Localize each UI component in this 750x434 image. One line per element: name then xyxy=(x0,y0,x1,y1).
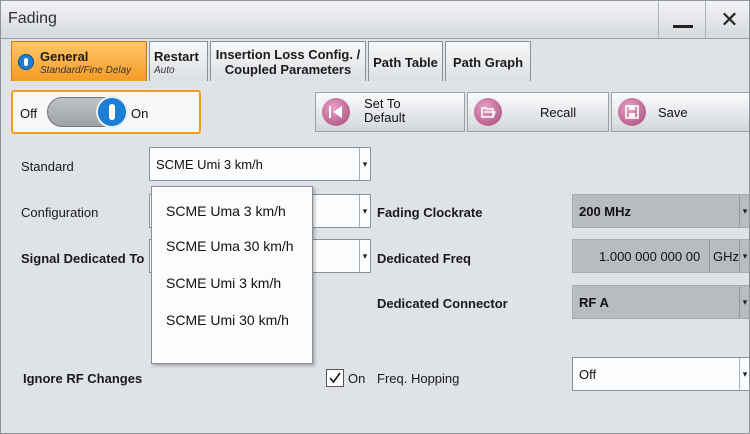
reset-arrow-icon xyxy=(322,98,350,126)
freq-hopping-select[interactable]: Off ▾ xyxy=(572,357,749,391)
dropdown-arrow-icon: ▾ xyxy=(359,148,370,180)
dropdown-arrow-icon: ▾ xyxy=(739,286,749,318)
set-to-default-button[interactable]: Set To Default xyxy=(315,92,465,132)
tab-restart-sub: Auto xyxy=(154,65,175,76)
configuration-label: Configuration xyxy=(21,205,99,220)
unit-divider xyxy=(709,240,710,272)
recall-label: Recall xyxy=(540,105,577,120)
tab-general-label: General xyxy=(40,49,89,64)
tab-path-table-label: Path Table xyxy=(373,55,438,70)
dedicated-connector-select[interactable]: RF A ▾ xyxy=(572,285,749,319)
dropdown-arrow-icon: ▾ xyxy=(739,240,749,272)
dedicated-freq-label: Dedicated Freq xyxy=(377,251,471,266)
dedicated-freq-value: 1.000 000 000 00 xyxy=(599,249,701,264)
ignore-rf-label: Ignore RF Changes xyxy=(23,371,143,386)
dedicated-freq-unit: GHz xyxy=(713,249,739,264)
standard-value: SCME Umi 3 km/h xyxy=(156,157,263,172)
dropdown-arrow-icon: ▾ xyxy=(739,358,749,390)
toggle-knob-icon xyxy=(96,96,128,128)
window-title: Fading xyxy=(8,10,57,27)
fading-clockrate-value: 200 MHz xyxy=(579,204,632,219)
standard-dropdown-list: SCME Uma 3 km/h SCME Uma 30 km/h SCME Um… xyxy=(151,186,313,364)
title-bar: Fading ✕ xyxy=(1,1,749,39)
dropdown-option[interactable]: SCME Umi 30 km/h xyxy=(166,312,289,328)
minimize-button[interactable] xyxy=(658,1,706,38)
tab-general-sub: Standard/Fine Delay xyxy=(40,65,132,76)
floppy-disk-icon xyxy=(618,98,646,126)
dedicated-freq-field[interactable]: 1.000 000 000 00 GHz ▾ xyxy=(572,239,749,273)
standard-select[interactable]: SCME Umi 3 km/h ▾ xyxy=(149,147,371,181)
toolbar: Off On Set To Default Recall Save xyxy=(11,87,749,139)
state-toggle-group: Off On xyxy=(11,90,201,134)
dropdown-option[interactable]: SCME Uma 30 km/h xyxy=(166,238,294,254)
set-default-line2: Default xyxy=(364,110,406,125)
save-label: Save xyxy=(658,105,688,120)
dedicated-connector-value: RF A xyxy=(579,295,609,310)
tab-path-graph-label: Path Graph xyxy=(452,55,524,70)
tab-insertion-loss[interactable]: Insertion Loss Config. / Coupled Paramet… xyxy=(210,41,366,81)
standard-label: Standard xyxy=(21,159,74,174)
active-indicator-icon xyxy=(18,54,34,70)
save-button[interactable]: Save xyxy=(611,92,749,132)
fading-clockrate-label: Fading Clockrate xyxy=(377,205,483,220)
ignore-rf-check-label: On xyxy=(348,371,366,386)
dropdown-arrow-icon: ▾ xyxy=(739,195,749,227)
signal-dedicated-label: Signal Dedicated To xyxy=(21,251,145,266)
fading-window: Fading ✕ General Standard/Fine Delay Res… xyxy=(0,0,750,434)
folder-open-icon xyxy=(474,98,502,126)
tab-restart[interactable]: Restart Auto xyxy=(149,41,208,81)
tab-insertion-loss-label: Insertion Loss Config. / xyxy=(215,47,361,62)
close-icon: ✕ xyxy=(720,7,739,32)
set-default-line1: Set To xyxy=(364,96,401,111)
freq-hopping-value: Off xyxy=(579,367,597,382)
tab-path-graph[interactable]: Path Graph xyxy=(445,41,531,81)
off-label: Off xyxy=(20,106,38,121)
tab-restart-label: Restart xyxy=(154,49,199,64)
dedicated-connector-label: Dedicated Connector xyxy=(377,296,508,311)
dropdown-option[interactable]: SCME Umi 3 km/h xyxy=(166,275,281,291)
tab-path-table[interactable]: Path Table xyxy=(368,41,443,81)
on-label: On xyxy=(131,106,149,121)
ignore-rf-checkbox[interactable] xyxy=(326,369,344,387)
tab-insertion-loss-label2: Coupled Parameters xyxy=(224,62,352,77)
recall-button[interactable]: Recall xyxy=(467,92,609,132)
tab-general[interactable]: General Standard/Fine Delay xyxy=(11,41,147,81)
state-toggle[interactable] xyxy=(47,96,128,128)
freq-hopping-label: Freq. Hopping xyxy=(377,371,460,386)
minimize-icon xyxy=(673,25,693,28)
dropdown-arrow-icon: ▾ xyxy=(359,240,370,272)
checkmark-icon xyxy=(329,372,341,384)
close-button[interactable]: ✕ xyxy=(705,1,749,38)
dropdown-arrow-icon: ▾ xyxy=(359,195,370,227)
dropdown-option[interactable]: SCME Uma 3 km/h xyxy=(166,203,286,219)
fading-clockrate-select[interactable]: 200 MHz ▾ xyxy=(572,194,749,228)
